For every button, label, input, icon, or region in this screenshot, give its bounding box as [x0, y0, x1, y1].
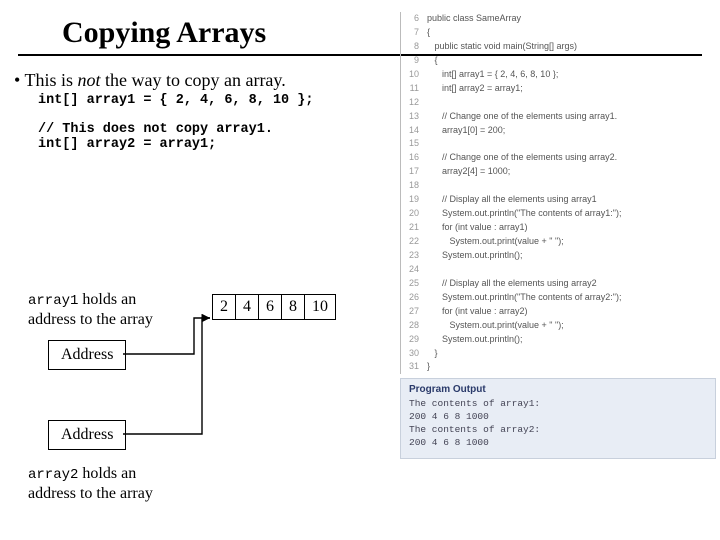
- line-number: 29: [407, 333, 427, 347]
- code-row: 28 System.out.print(value + " ");: [407, 319, 716, 333]
- arrow-1: [14, 70, 414, 530]
- code-row: 6public class SameArray: [407, 12, 716, 26]
- code-text: // Change one of the elements using arra…: [427, 110, 617, 124]
- code-row: 12: [407, 96, 716, 110]
- left-column: • This is not the way to copy an array. …: [14, 70, 394, 152]
- code-row: 13 // Change one of the elements using a…: [407, 110, 716, 124]
- line-number: 21: [407, 221, 427, 235]
- code-row: 7{: [407, 26, 716, 40]
- code-row: 10 int[] array1 = { 2, 4, 6, 8, 10 };: [407, 68, 716, 82]
- code-row: 18: [407, 179, 716, 193]
- code-row: 9 {: [407, 54, 716, 68]
- code-row: 30 }: [407, 347, 716, 361]
- line-number: 23: [407, 249, 427, 263]
- code-text: int[] array2 = array1;: [427, 82, 523, 96]
- line-number: 6: [407, 12, 427, 26]
- line-number: 16: [407, 151, 427, 165]
- code-row: 15: [407, 137, 716, 151]
- line-number: 24: [407, 263, 427, 277]
- output-line: The contents of array2:: [409, 424, 707, 437]
- line-number: 14: [407, 124, 427, 138]
- line-number: 18: [407, 179, 427, 193]
- code-row: 8 public static void main(String[] args): [407, 40, 716, 54]
- line-number: 8: [407, 40, 427, 54]
- code-row: 21 for (int value : array1): [407, 221, 716, 235]
- code-row: 23 System.out.println();: [407, 249, 716, 263]
- code-row: 29 System.out.println();: [407, 333, 716, 347]
- code-row: 16 // Change one of the elements using a…: [407, 151, 716, 165]
- code-text: array2[4] = 1000;: [427, 165, 510, 179]
- output-line: The contents of array1:: [409, 398, 707, 411]
- line-number: 13: [407, 110, 427, 124]
- line-number: 12: [407, 96, 427, 110]
- code-text: // Display all the elements using array2: [427, 277, 597, 291]
- code-text: System.out.print(value + " ");: [427, 319, 564, 333]
- code-text: public class SameArray: [427, 12, 521, 26]
- code-text: // Display all the elements using array1: [427, 193, 597, 207]
- code-row: 14 array1[0] = 200;: [407, 124, 716, 138]
- code-text: array1[0] = 200;: [427, 124, 505, 138]
- code-text: }: [427, 360, 430, 374]
- line-number: 28: [407, 319, 427, 333]
- code-text: System.out.println("The contents of arra…: [427, 291, 621, 305]
- code-row: 25 // Display all the elements using arr…: [407, 277, 716, 291]
- code-text: System.out.print(value + " ");: [427, 235, 564, 249]
- code-row: 11 int[] array2 = array1;: [407, 82, 716, 96]
- line-number: 11: [407, 82, 427, 96]
- output-header: Program Output: [409, 384, 707, 395]
- line-number: 20: [407, 207, 427, 221]
- code-row: 17 array2[4] = 1000;: [407, 165, 716, 179]
- code-text: {: [427, 26, 430, 40]
- code-row: 31}: [407, 360, 716, 374]
- line-number: 10: [407, 68, 427, 82]
- code-row: 20 System.out.println("The contents of a…: [407, 207, 716, 221]
- code-text: System.out.println();: [427, 333, 523, 347]
- code-row: 27 for (int value : array2): [407, 305, 716, 319]
- program-output: Program Output The contents of array1:20…: [400, 378, 716, 458]
- code-text: System.out.println("The contents of arra…: [427, 207, 621, 221]
- code-text: for (int value : array2): [427, 305, 528, 319]
- line-number: 7: [407, 26, 427, 40]
- output-line: 200 4 6 8 1000: [409, 437, 707, 450]
- code-text: int[] array1 = { 2, 4, 6, 8, 10 };: [427, 68, 558, 82]
- line-number: 31: [407, 360, 427, 374]
- code-text: System.out.println();: [427, 249, 523, 263]
- line-number: 27: [407, 305, 427, 319]
- code-text: for (int value : array1): [427, 221, 528, 235]
- code-row: 22 System.out.print(value + " ");: [407, 235, 716, 249]
- code-row: 19 // Display all the elements using arr…: [407, 193, 716, 207]
- code-listing: 6public class SameArray7{8 public static…: [400, 12, 716, 374]
- line-number: 17: [407, 165, 427, 179]
- code-text: public static void main(String[] args): [427, 40, 577, 54]
- line-number: 15: [407, 137, 427, 151]
- line-number: 19: [407, 193, 427, 207]
- code-row: 24: [407, 263, 716, 277]
- line-number: 22: [407, 235, 427, 249]
- right-column: 6public class SameArray7{8 public static…: [400, 12, 716, 459]
- code-text: {: [427, 54, 438, 68]
- line-number: 26: [407, 291, 427, 305]
- output-line: 200 4 6 8 1000: [409, 411, 707, 424]
- code-text: }: [427, 347, 438, 361]
- line-number: 30: [407, 347, 427, 361]
- line-number: 25: [407, 277, 427, 291]
- code-row: 26 System.out.println("The contents of a…: [407, 291, 716, 305]
- code-text: // Change one of the elements using arra…: [427, 151, 617, 165]
- line-number: 9: [407, 54, 427, 68]
